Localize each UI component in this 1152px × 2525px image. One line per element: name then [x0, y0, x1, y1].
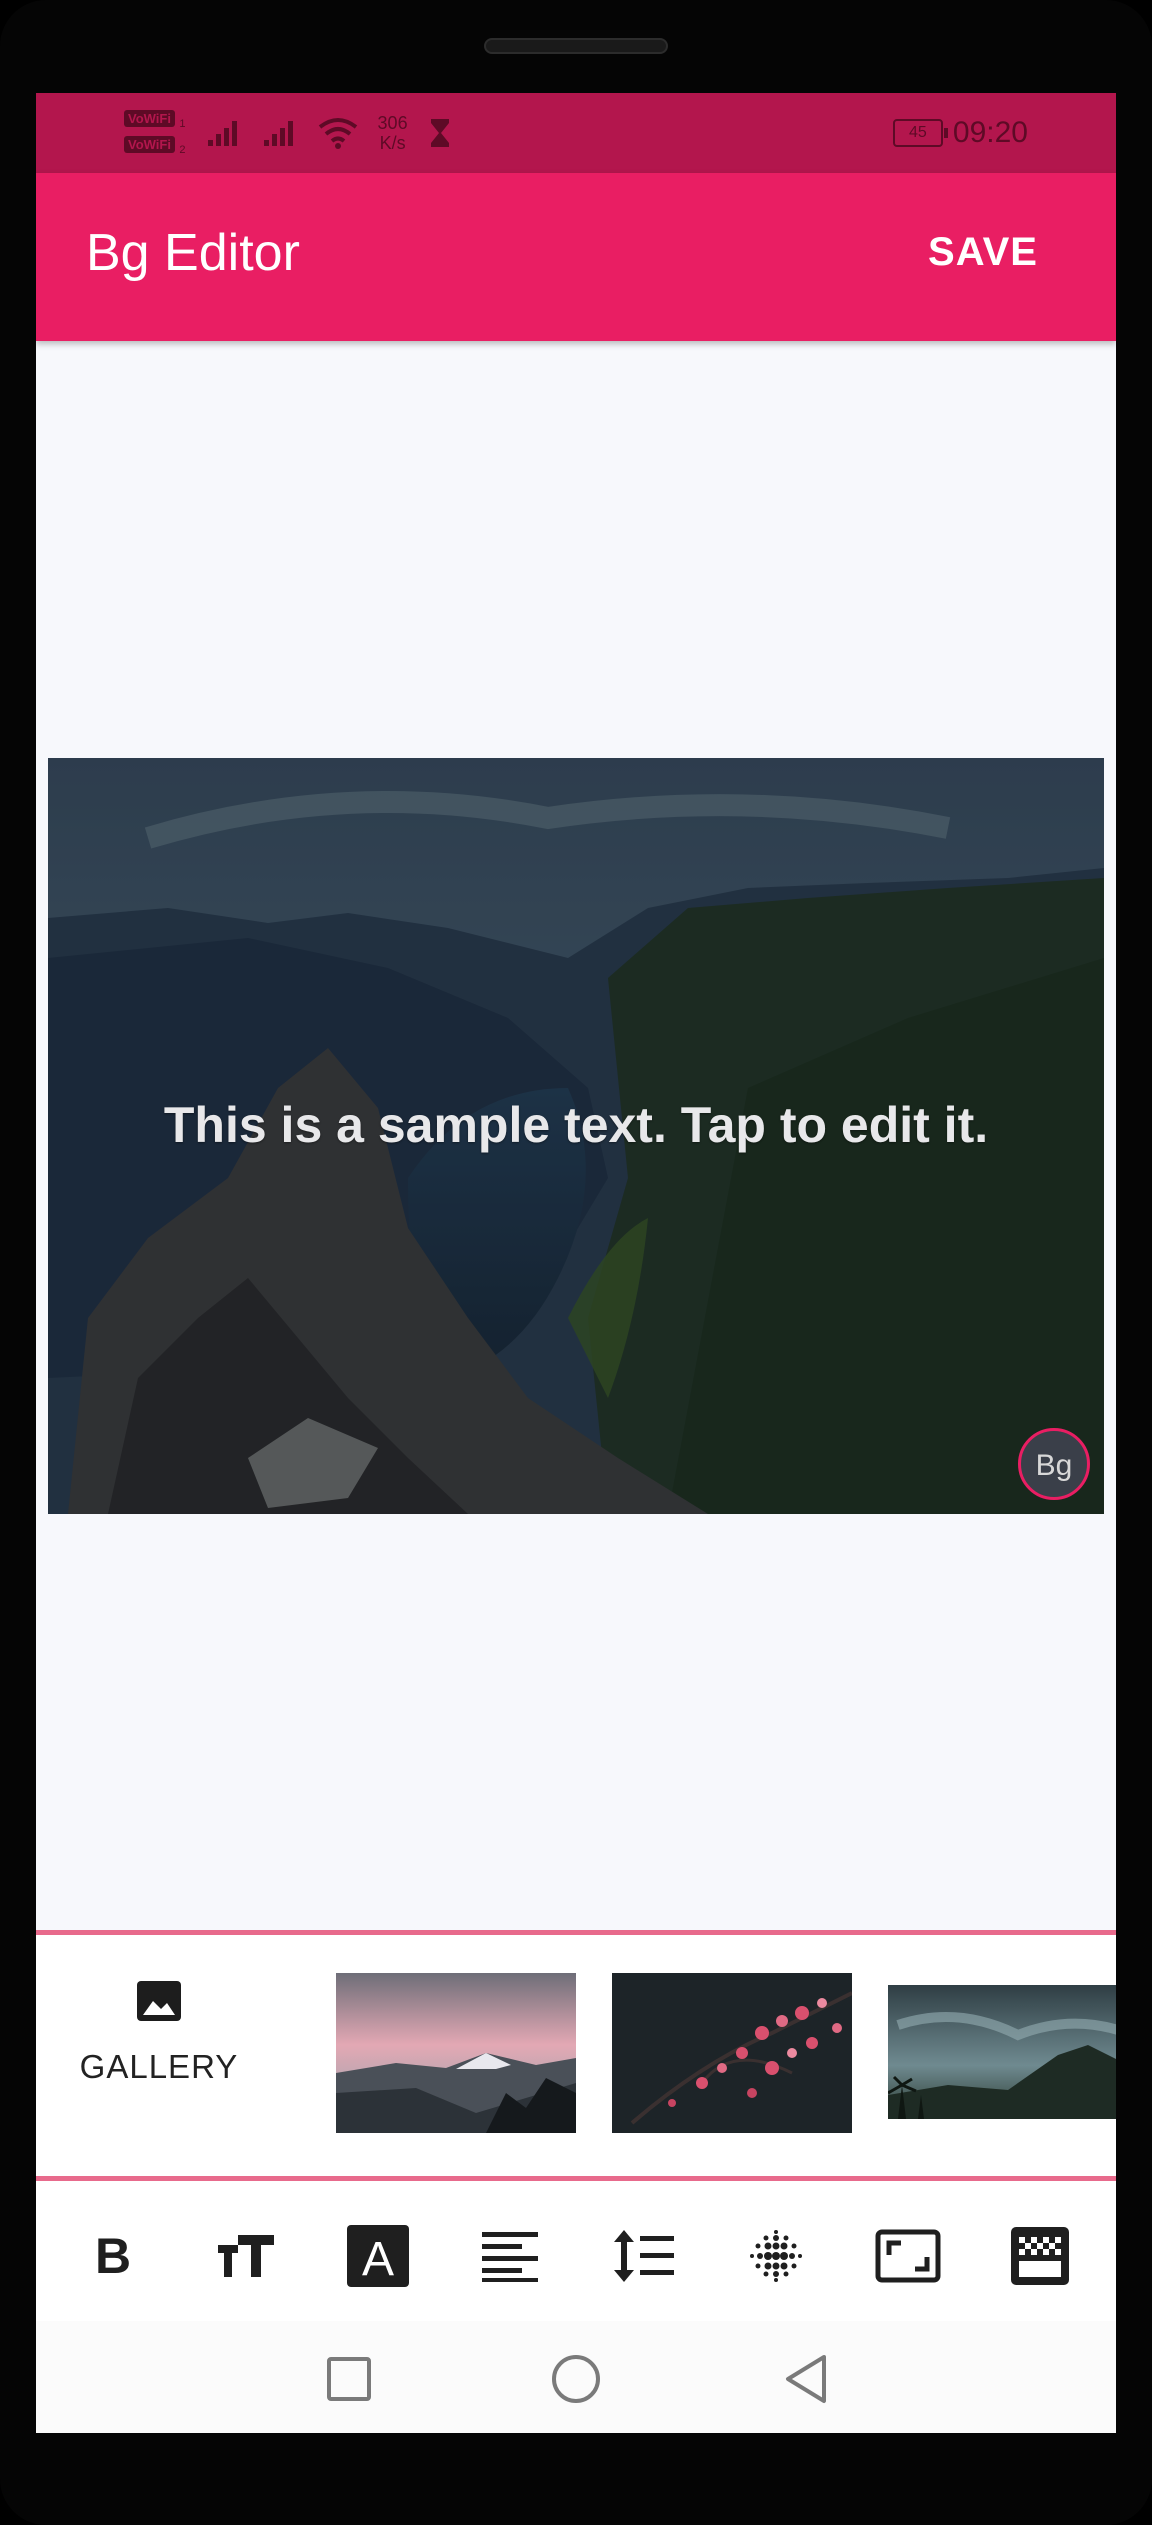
status-bar: VoWiFi 1 VoWiFi 2 306 K/s 45 09:20	[36, 93, 1116, 173]
vowifi-indicators: VoWiFi 1 VoWiFi 2	[124, 109, 186, 157]
background-picker: GALLERY	[36, 1935, 1116, 2176]
vowifi-badge-1: VoWiFi	[124, 109, 175, 127]
line-spacing-icon	[614, 2230, 674, 2282]
gallery-label: GALLERY	[79, 2048, 239, 2085]
svg-text:B: B	[95, 2231, 131, 2281]
status-bar-right: 45 09:20	[892, 93, 1028, 173]
resize-button[interactable]	[873, 2221, 943, 2291]
gallery-button[interactable]: GALLERY	[64, 1965, 254, 2145]
home-circle-icon	[552, 2355, 600, 2403]
screen: VoWiFi 1 VoWiFi 2 306 K/s 45 09:20 Bg Ed…	[36, 93, 1116, 2433]
app-bar: Bg Editor SAVE	[36, 173, 1116, 341]
battery-icon: 45	[892, 119, 948, 147]
bold-button[interactable]: B	[78, 2221, 148, 2291]
navigation-bar	[36, 2321, 1116, 2433]
sim1-label: 1	[179, 118, 186, 130]
save-button[interactable]: SAVE	[928, 230, 1038, 275]
network-speed-unit: K/s	[379, 133, 406, 153]
formatting-toolbar: B A	[36, 2181, 1116, 2321]
text-color-icon: A	[347, 2225, 409, 2287]
opacity-button[interactable]	[1005, 2221, 1075, 2291]
status-clock: 09:20	[952, 116, 1028, 149]
pink-sky-mountains-image	[336, 1973, 576, 2133]
home-button[interactable]	[546, 2349, 606, 2409]
vowifi-badge-2: VoWiFi	[124, 136, 175, 153]
earpiece-speaker	[484, 38, 668, 54]
back-button[interactable]	[776, 2349, 836, 2409]
image-icon	[137, 1981, 181, 2021]
resize-icon	[875, 2229, 941, 2283]
network-speed: 306 K/s	[378, 113, 408, 153]
line-spacing-button[interactable]	[608, 2221, 678, 2291]
sim2-label: 2	[179, 144, 186, 157]
editor-canvas[interactable]: This is a sample text. Tap to edit it. B…	[48, 758, 1104, 1514]
signal-sim1-icon	[207, 121, 237, 146]
status-bar-left: VoWiFi 1 VoWiFi 2 306 K/s	[124, 103, 452, 163]
align-left-icon	[482, 2232, 538, 2282]
text-size-button[interactable]	[211, 2221, 281, 2291]
svg-text:A: A	[362, 2233, 394, 2286]
recents-square-icon	[327, 2357, 371, 2401]
align-button[interactable]	[475, 2221, 545, 2291]
phone-frame: VoWiFi 1 VoWiFi 2 306 K/s 45 09:20 Bg Ed…	[0, 0, 1152, 2525]
blur-icon	[750, 2230, 802, 2282]
stormy-landscape-image	[888, 1985, 1116, 2119]
back-triangle-icon	[786, 2355, 826, 2403]
text-color-button[interactable]: A	[343, 2221, 413, 2291]
network-speed-value: 306	[377, 113, 408, 133]
pink-blossoms-image	[612, 1973, 852, 2133]
bg-thumbnail-pink-sky[interactable]	[336, 1973, 576, 2133]
hourglass-icon	[430, 119, 449, 147]
wifi-icon	[318, 118, 357, 149]
bg-thumbnail-blossoms[interactable]	[612, 1973, 852, 2133]
blur-button[interactable]	[741, 2221, 811, 2291]
app-title: Bg Editor	[86, 224, 300, 282]
text-size-icon	[218, 2235, 274, 2277]
recents-button[interactable]	[319, 2349, 379, 2409]
sample-text[interactable]: This is a sample text. Tap to edit it.	[48, 1096, 1104, 1154]
signal-sim2-icon	[263, 121, 293, 146]
opacity-icon	[1011, 2227, 1069, 2285]
bg-thumbnail-stormy[interactable]	[888, 1985, 1116, 2119]
bold-icon: B	[95, 2231, 131, 2281]
bg-toggle-button[interactable]: Bg	[1018, 1428, 1090, 1500]
